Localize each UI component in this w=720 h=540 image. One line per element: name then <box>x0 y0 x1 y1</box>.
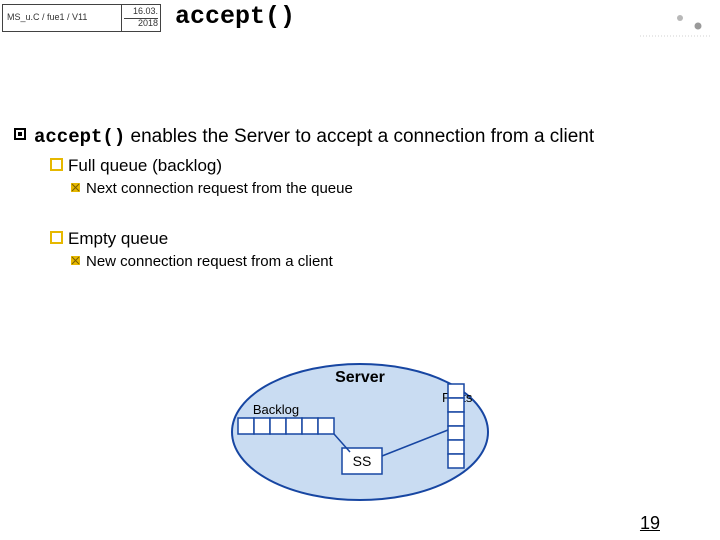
bullet-icon <box>70 253 86 269</box>
sub1: Full queue (backlog) <box>50 156 702 176</box>
corner-decoration <box>640 10 710 40</box>
server-diagram: Server Backlog Ports SS <box>210 352 510 512</box>
diagram-server-label: Server <box>335 369 385 386</box>
bullet-icon <box>50 158 68 176</box>
bullet-main: accept() enables the Server to accept a … <box>12 126 702 148</box>
course-id: MS_u.C / fue1 / V11 <box>3 5 122 31</box>
svg-text:Backlog: Backlog <box>253 402 299 417</box>
slide-title: accept() <box>175 2 295 31</box>
sub2-item-text: New connection request from a client <box>86 253 333 270</box>
sub1-item-text: Next connection request from the queue <box>86 180 353 197</box>
date-cell: 16.03. 2018 <box>122 5 160 31</box>
bullet-icon <box>50 231 68 249</box>
header-box: MS_u.C / fue1 / V11 16.03. 2018 <box>2 4 161 32</box>
main-rest: enables the Server to accept a connectio… <box>125 126 594 147</box>
sub2: Empty queue <box>50 229 702 249</box>
content-area: accept() enables the Server to accept a … <box>12 126 702 280</box>
sub1-label: Full queue (backlog) <box>68 156 222 176</box>
bullet-icon <box>12 126 34 147</box>
sub2-item: New connection request from a client <box>70 253 702 270</box>
sub2-label: Empty queue <box>68 229 168 249</box>
bullet-main-text: accept() enables the Server to accept a … <box>34 126 594 148</box>
page-number: 19 <box>640 513 660 534</box>
sub1-item: Next connection request from the queue <box>70 180 702 197</box>
code-accept: accept() <box>34 126 125 148</box>
date-bottom: 2018 <box>124 19 158 29</box>
svg-text:SS: SS <box>353 453 372 469</box>
bullet-icon <box>70 180 86 196</box>
